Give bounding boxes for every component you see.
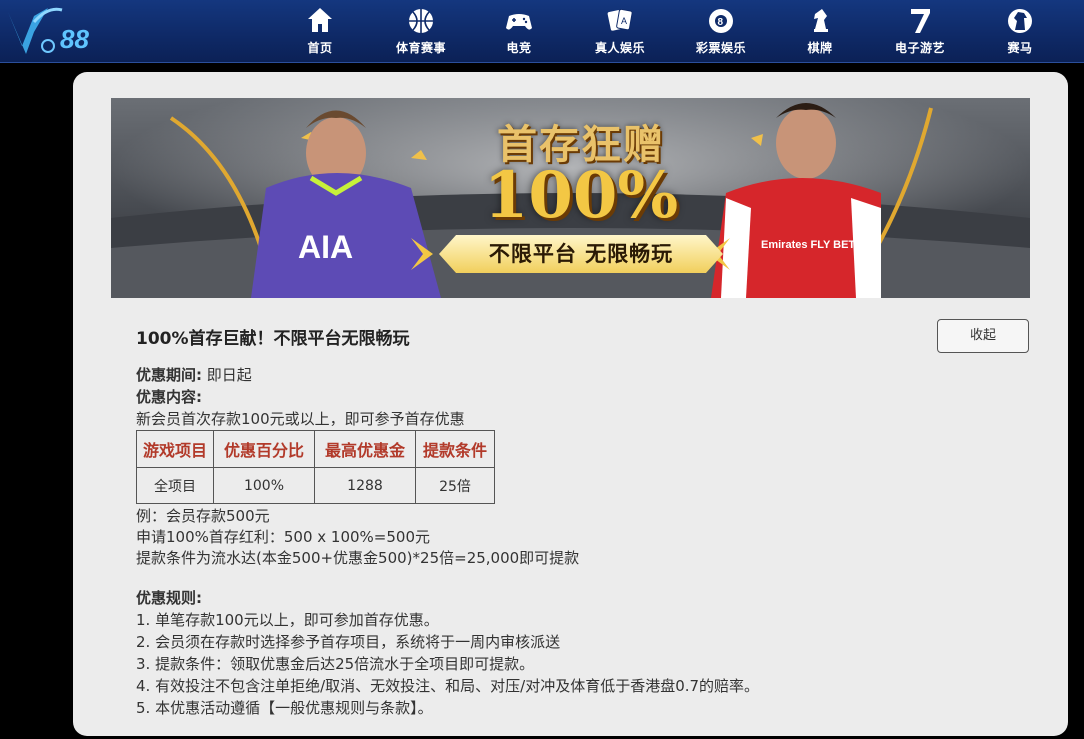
- svg-text:8: 8: [718, 17, 724, 28]
- table-cell: 100%: [213, 467, 315, 504]
- rule-item: 1. 单笔存款100元以上，即可参加首存优惠。: [136, 611, 439, 629]
- table-header: 优惠百分比: [213, 430, 315, 468]
- table-header: 游戏项目: [136, 430, 214, 468]
- home-icon: [306, 4, 334, 36]
- table-header-row: 游戏项目 优惠百分比 最高优惠金 提款条件: [136, 430, 495, 468]
- period-label: 优惠期间:: [136, 366, 202, 384]
- table-header: 最高优惠金: [314, 430, 416, 468]
- offer-table: 游戏项目 优惠百分比 最高优惠金 提款条件 全项目 100% 1288 25倍: [136, 430, 495, 504]
- chess-knight-icon: [806, 4, 834, 36]
- content-label: 优惠内容:: [136, 388, 202, 406]
- banner-slogan: 不限平台 无限畅玩: [439, 235, 723, 273]
- collapse-button[interactable]: 收起: [937, 319, 1029, 353]
- logo-icon: 88: [8, 7, 89, 54]
- nav-item-home[interactable]: 首页: [275, 0, 365, 62]
- nav-label: 电子游艺: [894, 41, 945, 55]
- rule-item: 2. 会员须在存款时选择参予首存项目，系统将于一周内审核派送: [136, 633, 561, 651]
- svg-text:Emirates FLY BETTER: Emirates FLY BETTER: [761, 239, 877, 251]
- promo-title: 100%首存巨献！不限平台无限畅玩: [136, 329, 410, 349]
- example-line: 提款条件为流水达(本金500+优惠金500)*25倍=25,000即可提款: [136, 549, 580, 567]
- rule-item: 4. 有效投注不包含注单拒绝/取消、无效投注、和局、对压/对冲及体育低于香港盘0…: [136, 677, 760, 695]
- nav-label: 体育赛事: [395, 41, 446, 55]
- table-header: 提款条件: [415, 430, 495, 468]
- gamepad-icon: [505, 4, 533, 36]
- content-text: 新会员首次存款100元或以上，即可参予首存优惠: [136, 410, 465, 428]
- svg-text:A: A: [621, 16, 627, 26]
- banner-percent: 100%: [483, 158, 679, 233]
- rule-item: 5. 本优惠活动遵循【一般优惠规则与条款】。: [136, 699, 433, 717]
- nav-item-board-games[interactable]: 棋牌: [775, 0, 865, 62]
- example-line: 例：会员存款500元: [136, 507, 270, 525]
- nav-label: 真人娱乐: [594, 41, 645, 55]
- svg-text:AIA: AIA: [298, 229, 353, 265]
- eight-ball-icon: 8: [707, 4, 735, 36]
- nav-label: 首页: [307, 41, 333, 55]
- promo-banner: AIA Emirates FLY BETTER 首存狂赠 100% 不限平台 无…: [111, 98, 1030, 298]
- basketball-icon: [407, 4, 435, 36]
- rules-label: 优惠规则:: [136, 589, 202, 607]
- nav-label: 棋牌: [807, 41, 833, 55]
- nav-label: 电竞: [506, 41, 532, 55]
- top-nav-bar: 88 首页 体育赛事 电竞 A 真人娱乐 8 彩票娱乐 棋牌 电子游艺 赛马: [0, 0, 1084, 63]
- nav-item-sports[interactable]: 体育赛事: [376, 0, 466, 62]
- nav-item-lottery[interactable]: 8 彩票娱乐: [676, 0, 766, 62]
- table-cell: 25倍: [415, 467, 495, 504]
- seven-icon: [906, 4, 934, 36]
- nav-item-live-casino[interactable]: A 真人娱乐: [575, 0, 665, 62]
- nav-item-esports[interactable]: 电竞: [474, 0, 564, 62]
- cards-icon: A: [606, 4, 634, 36]
- horse-icon: [1006, 4, 1034, 36]
- nav-item-horse-racing[interactable]: 赛马: [975, 0, 1065, 62]
- table-row: 全项目 100% 1288 25倍: [136, 467, 495, 504]
- table-cell: 全项目: [136, 467, 214, 504]
- rule-item: 3. 提款条件：领取优惠金后达25倍流水于全项目即可提款。: [136, 655, 535, 673]
- nav-label: 赛马: [1007, 41, 1033, 55]
- nav-label: 彩票娱乐: [695, 41, 746, 55]
- period-line: 优惠期间: 即日起: [136, 364, 252, 385]
- site-logo[interactable]: 88: [4, 2, 110, 60]
- nav-item-slots[interactable]: 电子游艺: [875, 0, 965, 62]
- period-value: 即日起: [202, 366, 252, 384]
- table-cell: 1288: [314, 467, 416, 504]
- svg-text:88: 88: [60, 24, 89, 54]
- example-line: 申请100%首存红利：500 x 100%=500元: [136, 528, 431, 546]
- promo-card: AIA Emirates FLY BETTER 首存狂赠 100% 不限平台 无…: [73, 72, 1068, 736]
